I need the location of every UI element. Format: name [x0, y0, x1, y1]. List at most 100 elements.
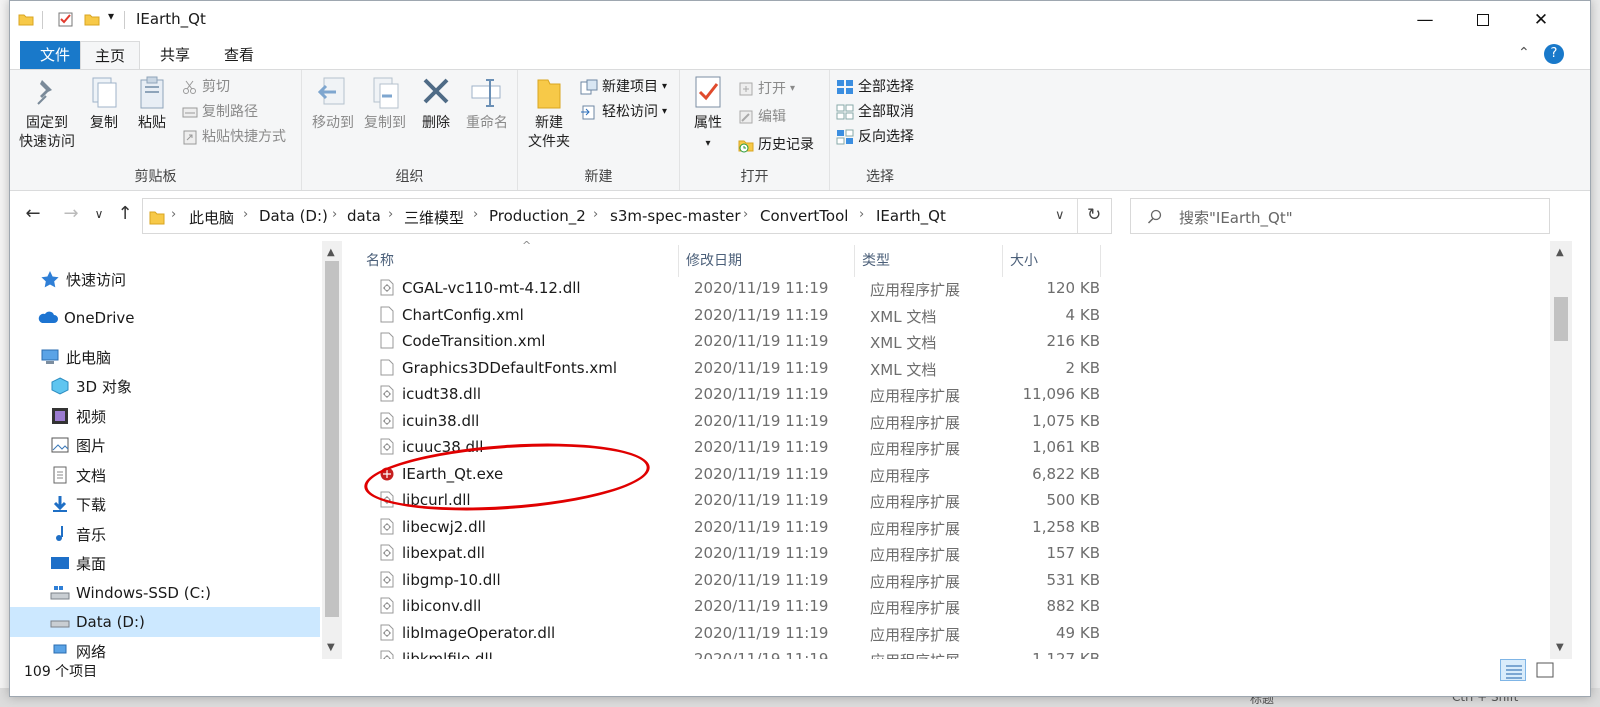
file-name[interactable]: libiconv.dll: [402, 597, 481, 615]
breadcrumb-item[interactable]: 此电脑: [189, 207, 234, 228]
nav-item-this-pc[interactable]: 此电脑: [10, 342, 320, 372]
cut-button[interactable]: 剪切: [182, 76, 230, 98]
scroll-up-icon[interactable]: ▲: [1556, 247, 1564, 258]
column-divider[interactable]: [678, 245, 679, 277]
file-name[interactable]: libcurl.dll: [402, 491, 471, 509]
breadcrumb-item[interactable]: 三维模型: [404, 207, 464, 228]
properties-checkbox-icon[interactable]: [58, 11, 74, 27]
move-to-button[interactable]: 移动到: [308, 74, 358, 133]
file-row[interactable]: CodeTransition.xml 2020/11/19 11:19 XML 文档…: [362, 328, 1102, 355]
copy-path-button[interactable]: 复制路径: [182, 101, 258, 123]
column-header-size[interactable]: 大小: [1010, 249, 1038, 273]
file-name[interactable]: libexpat.dll: [402, 544, 485, 562]
help-icon[interactable]: ?: [1544, 44, 1564, 64]
maximize-button[interactable]: [1454, 1, 1512, 39]
search-box[interactable]: 搜索"IEarth_Qt": [1130, 198, 1550, 234]
file-name[interactable]: libkmlfile.dll: [402, 650, 493, 659]
nav-item-drive-c[interactable]: Windows-SSD (C:): [10, 578, 320, 608]
file-row[interactable]: libexpat.dll 2020/11/19 11:19 应用程序扩展 157 KB: [362, 540, 1102, 567]
collapse-ribbon-icon[interactable]: ⌃: [1518, 45, 1530, 61]
nav-item-drive-d[interactable]: Data (D:): [10, 607, 320, 637]
paste-button[interactable]: 粘贴: [130, 74, 174, 133]
breadcrumb-item[interactable]: IEarth_Qt: [876, 207, 946, 225]
nav-item-network[interactable]: 网络: [10, 641, 320, 659]
up-button[interactable]: ↑: [112, 203, 138, 224]
address-bar[interactable]: › 此电脑 › Data (D:) › data › 三维模型 › Produc…: [142, 198, 1112, 234]
breadcrumb-item[interactable]: ConvertTool: [760, 207, 848, 225]
column-divider[interactable]: [1002, 245, 1003, 277]
breadcrumb-item[interactable]: s3m-spec-master: [610, 207, 741, 225]
file-name[interactable]: libgmp-10.dll: [402, 571, 501, 589]
back-button[interactable]: ←: [20, 203, 46, 224]
recent-locations-button[interactable]: ∨: [86, 207, 112, 221]
chevron-down-icon[interactable]: ▾: [108, 9, 114, 23]
forward-button[interactable]: →: [58, 203, 84, 224]
breadcrumb-item[interactable]: Data (D:): [259, 207, 328, 225]
edit-button[interactable]: 编辑: [738, 106, 786, 128]
nav-item-videos[interactable]: 视频: [10, 401, 320, 431]
tab-home[interactable]: 主页: [80, 41, 141, 69]
column-divider[interactable]: [854, 245, 855, 277]
easy-access-button[interactable]: 轻松访问 ▾: [580, 101, 667, 123]
file-row[interactable]: libkmlfile.dll 2020/11/19 11:19 应用程序扩展 1,12…: [362, 646, 1102, 659]
nav-item-pictures[interactable]: 图片: [10, 430, 320, 460]
nav-item-3d-objects[interactable]: 3D 对象: [10, 371, 320, 401]
address-dropdown-icon[interactable]: ∨: [1055, 208, 1065, 223]
breadcrumb-item[interactable]: data: [347, 207, 381, 225]
nav-item-music[interactable]: 音乐: [10, 519, 320, 549]
breadcrumb-item[interactable]: Production_2: [489, 207, 586, 225]
scroll-up-icon[interactable]: ▲: [327, 247, 335, 258]
new-folder-button[interactable]: 新建 文件夹: [524, 74, 574, 152]
file-name[interactable]: Graphics3DDefaultFonts.xml: [402, 359, 617, 377]
history-button[interactable]: 历史记录: [738, 134, 814, 156]
file-name[interactable]: icuuc38.dll: [402, 438, 483, 456]
large-icons-view-button[interactable]: [1532, 659, 1558, 681]
properties-button[interactable]: 属性 ▾: [686, 74, 730, 153]
file-row[interactable]: libImageOperator.dll 2020/11/19 11:19 应用程序…: [362, 620, 1102, 647]
scrollbar-thumb[interactable]: [1554, 297, 1568, 341]
file-row[interactable]: icudt38.dll 2020/11/19 11:19 应用程序扩展 11,096 …: [362, 381, 1102, 408]
file-name[interactable]: ChartConfig.xml: [402, 306, 524, 324]
refresh-icon[interactable]: ↻: [1087, 205, 1101, 225]
delete-button[interactable]: 删除: [414, 74, 458, 133]
scrollbar-thumb[interactable]: [325, 261, 339, 617]
file-row[interactable]: libgmp-10.dll 2020/11/19 11:19 应用程序扩展 531 K…: [362, 567, 1102, 594]
file-name[interactable]: CodeTransition.xml: [402, 332, 545, 350]
search-input[interactable]: 搜索"IEarth_Qt": [1179, 207, 1293, 228]
paste-shortcut-button[interactable]: 粘贴快捷方式: [182, 126, 286, 148]
navigation-scrollbar[interactable]: ▲ ▼: [322, 241, 342, 659]
file-name[interactable]: CGAL-vc110-mt-4.12.dll: [402, 279, 581, 297]
new-folder-icon[interactable]: [84, 11, 100, 27]
nav-item-downloads[interactable]: 下载: [10, 489, 320, 519]
file-name[interactable]: libecwj2.dll: [402, 518, 486, 536]
file-row[interactable]: libiconv.dll 2020/11/19 11:19 应用程序扩展 882 KB: [362, 593, 1102, 620]
file-name[interactable]: icudt38.dll: [402, 385, 481, 403]
file-row[interactable]: libcurl.dll 2020/11/19 11:19 应用程序扩展 500 KB: [362, 487, 1102, 514]
copy-button[interactable]: 复制: [82, 74, 126, 133]
nav-item-onedrive[interactable]: OneDrive: [10, 303, 320, 333]
file-name[interactable]: icuin38.dll: [402, 412, 479, 430]
file-row[interactable]: libecwj2.dll 2020/11/19 11:19 应用程序扩展 1,258 …: [362, 514, 1102, 541]
column-header-name[interactable]: 名称: [366, 249, 394, 273]
file-row[interactable]: icuuc38.dll 2020/11/19 11:19 应用程序扩展 1,061 K…: [362, 434, 1102, 461]
copy-to-button[interactable]: 复制到: [360, 74, 410, 133]
scroll-down-icon[interactable]: ▼: [1556, 642, 1564, 653]
open-button[interactable]: 打开 ▾: [738, 78, 795, 100]
nav-item-desktop[interactable]: 桌面: [10, 548, 320, 578]
column-header-date[interactable]: 修改日期: [686, 249, 742, 273]
invert-selection-button[interactable]: 反向选择: [836, 126, 914, 148]
column-header-type[interactable]: 类型: [862, 249, 890, 273]
tab-share[interactable]: 共享: [146, 41, 204, 69]
scroll-down-icon[interactable]: ▼: [327, 642, 335, 653]
close-button[interactable]: ✕: [1512, 1, 1570, 39]
file-row[interactable]: Graphics3DDefaultFonts.xml 2020/11/19 11:…: [362, 355, 1102, 382]
file-row[interactable]: CGAL-vc110-mt-4.12.dll 2020/11/19 11:19 应用…: [362, 275, 1102, 302]
nav-item-quick-access[interactable]: 快速访问: [10, 264, 320, 294]
rename-button[interactable]: 重命名: [460, 74, 514, 133]
file-name[interactable]: IEarth_Qt.exe: [402, 465, 503, 483]
minimize-button[interactable]: —: [1396, 1, 1454, 39]
details-view-button[interactable]: [1500, 659, 1526, 681]
file-row[interactable]: IEarth_Qt.exe 2020/11/19 11:19 应用程序 6,822 K…: [362, 461, 1102, 488]
content-scrollbar[interactable]: ▲ ▼: [1550, 241, 1572, 659]
file-row[interactable]: ChartConfig.xml 2020/11/19 11:19 XML 文档 4 K…: [362, 302, 1102, 329]
